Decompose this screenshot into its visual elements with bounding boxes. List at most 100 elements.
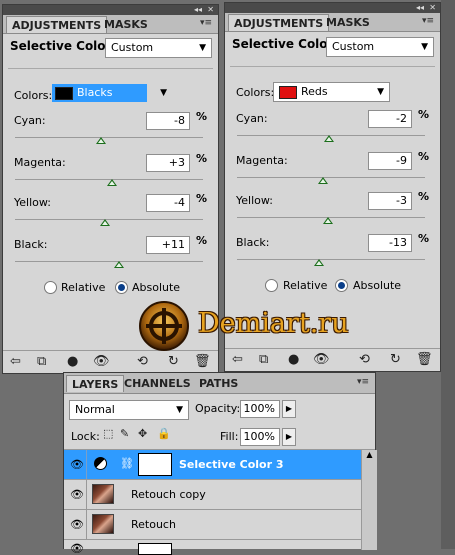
layer-mask-thumbnail[interactable] bbox=[138, 453, 172, 476]
reset-icon[interactable]: ↻ bbox=[168, 354, 179, 369]
mask-icon[interactable]: ● bbox=[67, 354, 78, 369]
slider-thumb[interactable] bbox=[313, 259, 324, 266]
watermark: Demiart.ru bbox=[138, 300, 368, 355]
layer-name[interactable]: Retouch copy bbox=[131, 488, 206, 501]
divider bbox=[8, 68, 213, 69]
slider-thumb[interactable] bbox=[106, 179, 117, 186]
blend-mode-value: Normal bbox=[75, 403, 115, 416]
slider-thumb[interactable] bbox=[96, 137, 107, 144]
watermark-text: Demiart.ru bbox=[198, 308, 349, 339]
absolute-radio[interactable] bbox=[335, 279, 348, 292]
link-icon[interactable]: ⛓ bbox=[120, 457, 134, 470]
close-icon[interactable]: ✕ bbox=[207, 5, 214, 15]
back-arrow-icon[interactable]: ⇦ bbox=[10, 354, 21, 369]
fill-input[interactable]: 100% bbox=[240, 428, 280, 446]
panel-tabs: ADJUSTMENTS MASKS ▾≡ bbox=[3, 15, 218, 34]
relative-radio[interactable] bbox=[265, 279, 278, 292]
slider-label: Cyan: bbox=[14, 114, 46, 127]
slider-track[interactable] bbox=[15, 137, 203, 138]
scroll-up-icon[interactable]: ▲ bbox=[362, 450, 377, 462]
layer-thumbnail bbox=[92, 484, 114, 504]
colors-value: Reds bbox=[301, 85, 328, 98]
fill-slider-button[interactable]: ▶ bbox=[282, 428, 296, 446]
slider-thumb[interactable] bbox=[100, 219, 111, 226]
adjustment-title: Selective Color bbox=[10, 39, 112, 53]
slider-value-input[interactable]: +11 bbox=[146, 236, 190, 254]
slider-thumb[interactable] bbox=[324, 135, 335, 142]
layers-scrollbar[interactable]: ▲ bbox=[361, 450, 377, 550]
tab-paths[interactable]: PATHS bbox=[194, 375, 243, 392]
percent-sign: % bbox=[418, 190, 430, 203]
absolute-radio[interactable] bbox=[115, 281, 128, 294]
panel-menu-icon[interactable]: ▾≡ bbox=[422, 16, 434, 26]
preset-dropdown[interactable]: Custom ▼ bbox=[326, 37, 434, 57]
preset-dropdown[interactable]: Custom ▼ bbox=[105, 38, 212, 58]
layer-mask-thumbnail bbox=[138, 543, 172, 555]
panel-menu-icon[interactable]: ▾≡ bbox=[357, 377, 369, 387]
eye-icon[interactable]: 👁 bbox=[70, 518, 84, 531]
divider bbox=[230, 66, 435, 67]
slider-label: Black: bbox=[14, 238, 48, 251]
colors-dropdown[interactable]: Reds ▼ bbox=[273, 82, 390, 102]
slider-track[interactable] bbox=[15, 261, 203, 262]
trash-icon[interactable]: 🗑 bbox=[194, 354, 211, 369]
slider-thumb[interactable] bbox=[317, 177, 328, 184]
trash-icon[interactable]: 🗑 bbox=[416, 352, 433, 367]
slider-value-input[interactable]: +3 bbox=[146, 154, 190, 172]
slider-value-input[interactable]: -9 bbox=[368, 152, 412, 170]
chevron-down-icon: ▼ bbox=[160, 88, 167, 98]
tab-masks[interactable]: MASKS bbox=[99, 16, 153, 33]
slider-thumb[interactable] bbox=[323, 217, 334, 224]
slider-thumb[interactable] bbox=[114, 261, 125, 268]
slider-label: Magenta: bbox=[236, 154, 288, 167]
layer-name[interactable]: Selective Color 3 bbox=[179, 458, 284, 471]
layer-row[interactable]: 👁 Retouch bbox=[64, 510, 361, 539]
slider-value-input[interactable]: -4 bbox=[146, 194, 190, 212]
layer-row[interactable]: 👁 Retouch copy bbox=[64, 480, 361, 509]
eye-icon[interactable]: 👁 bbox=[93, 354, 110, 369]
slider-label: Yellow: bbox=[236, 194, 273, 207]
slider-value-input[interactable]: -2 bbox=[368, 110, 412, 128]
absolute-label: Absolute bbox=[132, 281, 181, 294]
opacity-input[interactable]: 100% bbox=[240, 400, 280, 418]
layer-name[interactable]: Retouch bbox=[131, 518, 176, 531]
panel-title-bar: ◂◂ ✕ bbox=[225, 3, 440, 13]
lock-all-icon[interactable]: 🔒 bbox=[157, 427, 171, 440]
slider-track[interactable] bbox=[237, 177, 425, 178]
slider-value-input[interactable]: -13 bbox=[368, 234, 412, 252]
eye-icon[interactable]: 👁 bbox=[70, 458, 84, 471]
slider-label: Yellow: bbox=[14, 196, 51, 209]
layer-row-partial[interactable]: 👁 bbox=[64, 540, 361, 555]
layers-panel: LAYERS CHANNELS PATHS ▾≡ Normal ▼ Opacit… bbox=[63, 372, 377, 555]
lock-brush-icon[interactable]: ✎ bbox=[120, 427, 129, 440]
layer-row-selected[interactable]: 👁 ⛓ Selective Color 3 bbox=[64, 450, 361, 479]
lock-transparent-icon[interactable]: ⬚ bbox=[103, 427, 113, 440]
eye-icon[interactable]: 👁 bbox=[70, 488, 84, 501]
collapse-icon[interactable]: ◂◂ bbox=[416, 3, 424, 13]
colors-label: Colors: bbox=[14, 89, 53, 102]
tab-masks[interactable]: MASKS bbox=[321, 14, 375, 31]
slider-value-input[interactable]: -3 bbox=[368, 192, 412, 210]
percent-sign: % bbox=[196, 234, 208, 247]
tab-adjustments[interactable]: ADJUSTMENTS bbox=[6, 16, 108, 33]
close-icon[interactable]: ✕ bbox=[429, 3, 436, 13]
tab-adjustments[interactable]: ADJUSTMENTS bbox=[228, 14, 330, 31]
view-previous-icon[interactable]: ⟲ bbox=[137, 354, 148, 369]
reset-icon[interactable]: ↻ bbox=[390, 352, 401, 367]
collapse-icon[interactable]: ◂◂ bbox=[194, 5, 202, 15]
tab-channels[interactable]: CHANNELS bbox=[119, 375, 196, 392]
layer-visibility-divider bbox=[86, 480, 87, 509]
slider-track[interactable] bbox=[237, 259, 425, 260]
slider-value-input[interactable]: -8 bbox=[146, 112, 190, 130]
colors-dropdown[interactable]: Blacks ▼ bbox=[52, 84, 171, 104]
percent-sign: % bbox=[418, 150, 430, 163]
blend-mode-dropdown[interactable]: Normal ▼ bbox=[69, 400, 189, 420]
tab-layers[interactable]: LAYERS bbox=[66, 375, 125, 392]
relative-radio[interactable] bbox=[44, 281, 57, 294]
panel-tabs: ADJUSTMENTS MASKS ▾≡ bbox=[225, 13, 440, 32]
panel-tabs: LAYERS CHANNELS PATHS ▾≡ bbox=[64, 373, 375, 394]
clip-to-layer-icon[interactable]: ⧉ bbox=[37, 354, 46, 369]
panel-menu-icon[interactable]: ▾≡ bbox=[200, 18, 212, 28]
opacity-slider-button[interactable]: ▶ bbox=[282, 400, 296, 418]
lock-move-icon[interactable]: ✥ bbox=[138, 427, 147, 440]
